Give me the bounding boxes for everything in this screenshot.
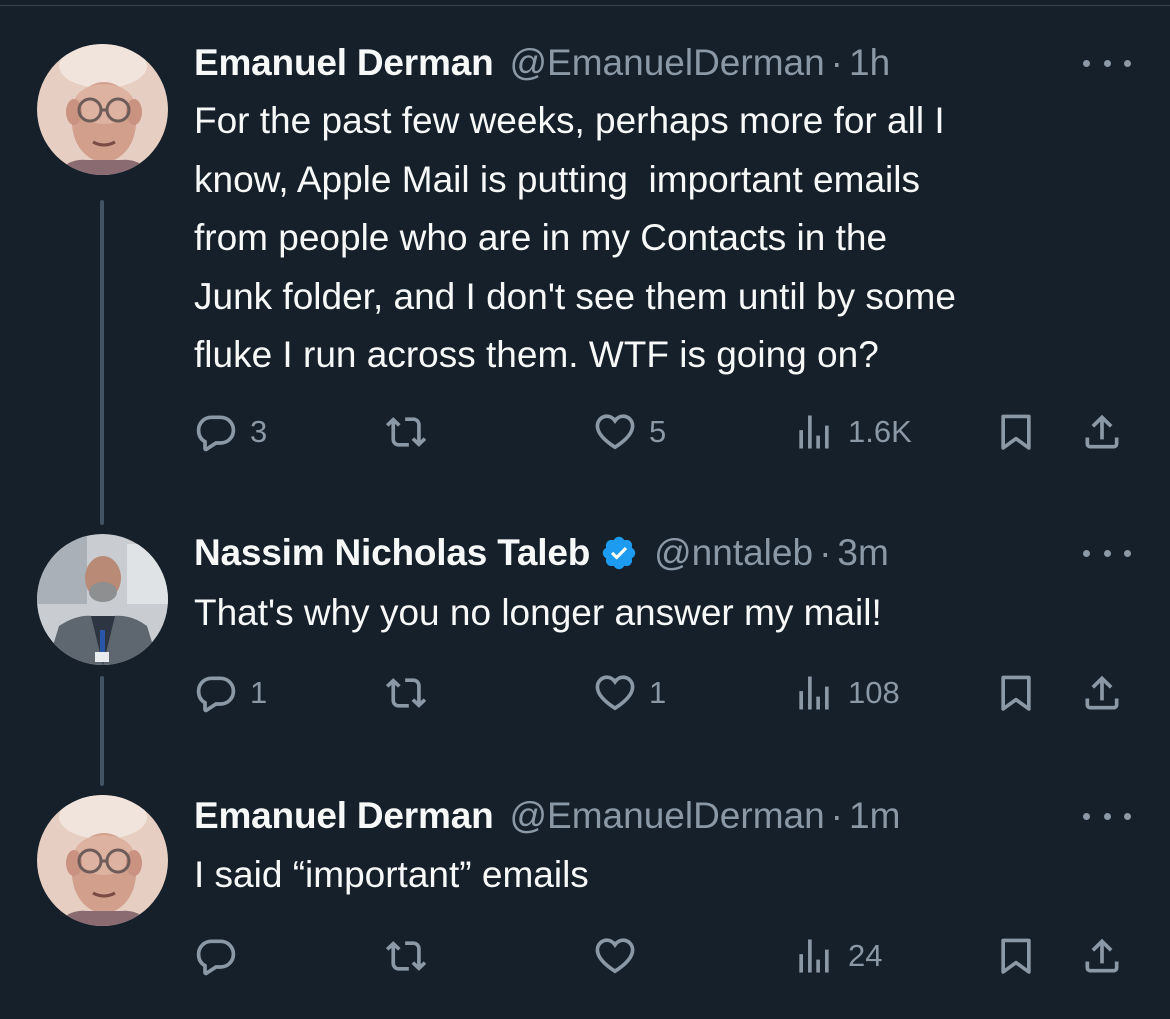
repost-button[interactable]: [385, 668, 441, 718]
tweet-header: Emanuel Derman @EmanuelDerman · 1m: [194, 794, 900, 838]
tweet-text: That's why you no longer answer my mail!: [194, 584, 1154, 643]
author-handle[interactable]: @EmanuelDerman: [509, 794, 824, 838]
author-name[interactable]: Emanuel Derman: [194, 41, 494, 85]
like-icon: [593, 410, 637, 454]
tweet-actions: 3 5 1.6K: [194, 407, 1134, 457]
timestamp[interactable]: 1m: [849, 794, 900, 838]
views-button[interactable]: 24: [792, 931, 882, 981]
tweet-actions: 24: [194, 931, 1134, 981]
bookmark-icon: [994, 934, 1038, 978]
views-count: 108: [848, 675, 900, 710]
tweet-text-line: For the past few weeks, perhaps more for…: [194, 100, 945, 141]
more-icon[interactable]: [1083, 53, 1131, 73]
repost-icon: [385, 934, 429, 978]
avatar[interactable]: [37, 534, 168, 665]
tweet-text: For the past few weeks, perhaps more for…: [194, 92, 1154, 385]
views-icon: [792, 671, 836, 715]
share-button[interactable]: [1080, 931, 1124, 981]
reply-icon: [194, 410, 238, 454]
tweet-header: Emanuel Derman @EmanuelDerman · 1h: [194, 41, 890, 85]
tweet[interactable]: Emanuel Derman @EmanuelDerman · 1m I sai…: [0, 760, 1170, 1019]
views-count: 1.6K: [848, 414, 912, 449]
tweet-header: Nassim Nicholas Taleb @nntaleb · 3m: [194, 531, 889, 575]
like-button[interactable]: [593, 931, 649, 981]
repost-button[interactable]: [385, 407, 441, 457]
like-button[interactable]: 5: [593, 407, 666, 457]
share-icon: [1080, 934, 1124, 978]
reply-button[interactable]: 3: [194, 407, 267, 457]
bookmark-button[interactable]: [994, 931, 1038, 981]
bookmark-button[interactable]: [994, 668, 1038, 718]
verified-badge-icon: [600, 534, 638, 572]
avatar[interactable]: [37, 795, 168, 926]
bookmark-button[interactable]: [994, 407, 1038, 457]
like-icon: [593, 934, 637, 978]
reply-button[interactable]: [194, 931, 250, 981]
author-handle[interactable]: @EmanuelDerman: [509, 41, 824, 85]
tweet-text-line: fluke I run across them. WTF is going on…: [194, 334, 879, 375]
author-handle[interactable]: @nntaleb: [654, 531, 813, 575]
separator-dot: ·: [819, 532, 832, 573]
more-icon[interactable]: [1083, 806, 1131, 826]
share-button[interactable]: [1080, 407, 1124, 457]
tweet[interactable]: Emanuel Derman @EmanuelDerman · 1h For t…: [0, 0, 1170, 500]
repost-icon: [385, 671, 429, 715]
reply-button[interactable]: 1: [194, 668, 267, 718]
views-icon: [792, 410, 836, 454]
share-button[interactable]: [1080, 668, 1124, 718]
separator-dot: ·: [830, 42, 843, 83]
repost-icon: [385, 410, 429, 454]
tweet-text-line: I said “important” emails: [194, 854, 589, 895]
like-button[interactable]: 1: [593, 668, 666, 718]
timestamp[interactable]: 3m: [837, 531, 888, 575]
tweet-text-line: Junk folder, and I don't see them until …: [194, 275, 956, 317]
bookmark-icon: [994, 671, 1038, 715]
share-icon: [1080, 410, 1124, 454]
avatar[interactable]: [37, 44, 168, 175]
reply-icon: [194, 934, 238, 978]
repost-button[interactable]: [385, 931, 441, 981]
views-button[interactable]: 108: [792, 668, 900, 718]
like-count: 5: [649, 414, 667, 449]
like-icon: [593, 671, 637, 715]
tweet[interactable]: Nassim Nicholas Taleb @nntaleb · 3m That…: [0, 500, 1170, 760]
reply-count: 1: [250, 675, 268, 710]
views-count: 24: [848, 938, 883, 973]
tweet-text-line: That's why you no longer answer my mail!: [194, 592, 882, 633]
tweet-text-line: know, Apple Mail is putting important em…: [194, 158, 920, 200]
bookmark-icon: [994, 410, 1038, 454]
more-icon[interactable]: [1083, 543, 1131, 563]
tweet-text: I said “important” emails: [194, 846, 1154, 905]
tweet-text-line: from people who are in my Contacts in th…: [194, 217, 888, 258]
author-name[interactable]: Nassim Nicholas Taleb: [194, 531, 590, 575]
views-button[interactable]: 1.6K: [792, 407, 912, 457]
author-name[interactable]: Emanuel Derman: [194, 794, 494, 838]
reply-count: 3: [250, 414, 268, 449]
timestamp[interactable]: 1h: [849, 41, 890, 85]
tweet-actions: 1 1 108: [194, 668, 1134, 718]
separator-dot: ·: [830, 795, 843, 836]
share-icon: [1080, 671, 1124, 715]
views-icon: [792, 934, 836, 978]
reply-icon: [194, 671, 238, 715]
like-count: 1: [649, 675, 667, 710]
